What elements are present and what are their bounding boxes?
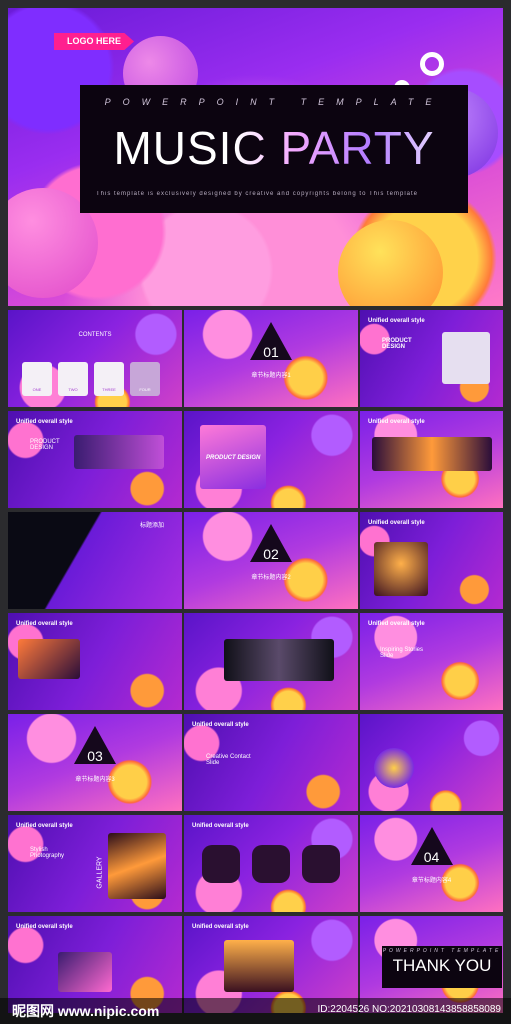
slide-concert-photos[interactable]: Unified overall style xyxy=(360,411,503,508)
brand-label: Unified overall style xyxy=(16,924,73,930)
slide-three-photos[interactable]: Unified overall style xyxy=(184,815,358,912)
slide-brand-photos[interactable]: Unified overall style xyxy=(8,613,182,710)
slide-photo-icons[interactable]: Unified overall style xyxy=(360,512,503,609)
photo-panel xyxy=(252,845,290,883)
section-number: 01 xyxy=(263,344,279,360)
logo-tag: LOGO HERE xyxy=(54,33,134,50)
photo-panel xyxy=(372,437,492,471)
contents-label: CONTENTS xyxy=(78,332,112,338)
brand-label: Unified overall style xyxy=(368,318,425,324)
photo-panel xyxy=(374,542,428,596)
section-label: 章节标题内容3 xyxy=(75,777,115,783)
photo-panel xyxy=(18,639,80,679)
product-design-label: PRODUCT DESIGN xyxy=(382,338,412,350)
card-label: TWO xyxy=(68,387,78,392)
slide-thumbnail-grid: CONTENTS ONE TWO THREE FOUR 01 章节标题内容1 U… xyxy=(8,310,503,1013)
photo-panel xyxy=(302,845,340,883)
slide-section-04[interactable]: 04 章节标题内容4 xyxy=(360,815,503,912)
thank-you-box: POWERPOINT TEMPLATE THANK YOU xyxy=(382,946,502,988)
photo-panel xyxy=(224,639,334,681)
slide-stylish-photography[interactable]: Unified overall style Stylish Photograph… xyxy=(8,815,182,912)
brand-label: Unified overall style xyxy=(368,419,425,425)
slide-heading-add[interactable]: 标题添加 xyxy=(8,512,182,609)
brand-label: Unified overall style xyxy=(16,823,73,829)
image-panel xyxy=(442,332,490,384)
card-label: THREE xyxy=(102,387,116,392)
photo-panel xyxy=(202,845,240,883)
slide-icon-row[interactable] xyxy=(360,714,503,811)
stylish-label: Stylish Photography xyxy=(30,847,65,859)
slide-creative-contact[interactable]: Unified overall style Creative Contact S… xyxy=(184,714,358,811)
slide-contents[interactable]: CONTENTS ONE TWO THREE FOUR xyxy=(8,310,182,407)
slide-section-02[interactable]: 02 章节标题内容2 xyxy=(184,512,358,609)
section-label: 章节标题内容2 xyxy=(251,575,291,581)
watermark-site: 昵图网 www.nipic.com xyxy=(12,1003,160,1019)
watermark-bar: 昵图网 www.nipic.com ID:2204526 NO:20210308… xyxy=(0,998,511,1024)
slide-section-03[interactable]: 03 章节标题内容3 xyxy=(8,714,182,811)
card-one: ONE xyxy=(22,362,52,396)
title-slide[interactable]: LOGO HERE POWERPOINT TEMPLATE MUSIC PART… xyxy=(8,8,503,306)
section-number: 02 xyxy=(263,546,279,562)
brand-label: Unified overall style xyxy=(192,924,249,930)
photo-panel xyxy=(58,952,112,992)
brand-label: Unified overall style xyxy=(368,520,425,526)
title-box: POWERPOINT TEMPLATE MUSIC PARTY This tem… xyxy=(80,85,468,213)
slide-inspiring-stories[interactable]: Unified overall style Inspiring Stories … xyxy=(360,613,503,710)
slide-section-01[interactable]: 01 章节标题内容1 xyxy=(184,310,358,407)
slide-product-design-photo[interactable]: PRODUCT DESIGN xyxy=(184,411,358,508)
template-label: POWERPOINT TEMPLATE xyxy=(104,97,444,107)
card-label: FOUR xyxy=(139,387,151,392)
photo-panel xyxy=(224,940,294,992)
inspiring-label: Inspiring Stories Slide xyxy=(380,647,424,659)
page-title: MUSIC PARTY xyxy=(80,121,468,175)
ring-icon xyxy=(420,52,444,76)
photo-panel xyxy=(374,748,414,788)
section-number: 03 xyxy=(87,748,103,764)
slide-product-design-2[interactable]: Unified overall style PRODUCT DESIGN xyxy=(8,411,182,508)
card-label: ONE xyxy=(32,387,42,392)
product-design-label: PRODUCT DESIGN xyxy=(30,439,60,451)
card-four: FOUR xyxy=(130,362,160,396)
bubble-decoration xyxy=(338,220,443,306)
card-two: TWO xyxy=(58,362,88,396)
image-panel xyxy=(74,435,164,469)
brand-label: Unified overall style xyxy=(192,722,249,728)
photo-panel xyxy=(108,833,166,899)
section-label: 章节标题内容4 xyxy=(411,878,452,884)
heading-add-label: 标题添加 xyxy=(140,523,165,529)
creative-contact-label: Creative Contact Slide xyxy=(206,754,251,766)
card-three: THREE xyxy=(94,362,124,396)
brand-label: Unified overall style xyxy=(16,621,73,627)
brand-label: Unified overall style xyxy=(192,823,249,829)
slide-photo-text[interactable] xyxy=(184,613,358,710)
template-label: POWERPOINT TEMPLATE xyxy=(382,948,502,954)
watermark-id: ID:2204526 NO:20210308143858858089 xyxy=(317,1004,502,1015)
section-label: 章节标题内容1 xyxy=(251,373,291,379)
gallery-label: GALLERY xyxy=(96,856,104,889)
slide-product-design[interactable]: Unified overall style PRODUCT DESIGN xyxy=(360,310,503,407)
subtitle: This template is exclusively designed by… xyxy=(96,191,419,197)
brand-label: Unified overall style xyxy=(16,419,73,425)
brand-label: Unified overall style xyxy=(368,621,425,627)
section-number: 04 xyxy=(423,849,440,865)
product-design-label: PRODUCT DESIGN xyxy=(206,455,261,461)
thank-you-text: THANK YOU xyxy=(392,956,492,975)
